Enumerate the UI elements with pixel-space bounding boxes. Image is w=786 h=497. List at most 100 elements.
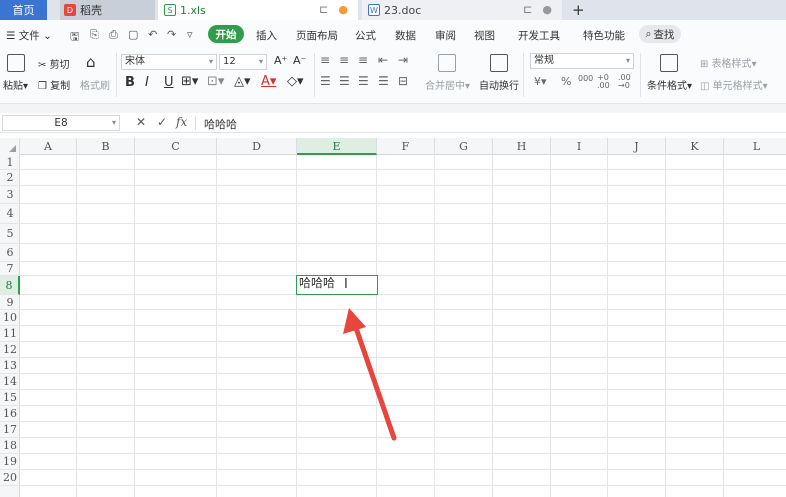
wrap-text-button[interactable]: 自动换行 <box>479 77 519 92</box>
column-header-g[interactable]: G <box>435 138 493 155</box>
chevron-down-icon[interactable]: ▾ <box>112 116 116 130</box>
tab-special-features[interactable]: 特色功能 <box>583 28 625 43</box>
undo-icon[interactable]: ↶ <box>148 28 157 41</box>
indent-increase-icon[interactable]: ⇥ <box>398 53 408 67</box>
column-header-d[interactable]: D <box>217 138 297 155</box>
align-top-icon[interactable]: ≡ <box>320 53 330 67</box>
tab-spreadsheet-1xls[interactable]: S 1.xls ⊏ ● <box>158 0 358 20</box>
copy-button[interactable]: ❐ 复制 <box>38 77 70 92</box>
distributed-icon[interactable]: ⊟ <box>398 74 408 88</box>
clear-format-icon[interactable]: ◇▾ <box>287 74 304 89</box>
tab-start[interactable]: 开始 <box>208 25 244 43</box>
table-style-button[interactable]: ⊞ 表格样式▾ <box>700 55 757 70</box>
row-header-2[interactable]: 2 <box>0 170 20 186</box>
column-header-l[interactable]: L <box>724 138 786 155</box>
align-left-icon[interactable]: ☰ <box>320 74 331 88</box>
paste-icon[interactable] <box>7 54 25 72</box>
justify-icon[interactable]: ☰ <box>378 74 389 88</box>
confirm-edit-icon[interactable]: ✓ <box>157 115 167 129</box>
active-cell-e8[interactable]: 哈哈哈 <box>296 275 378 295</box>
align-bottom-icon[interactable]: ≡ <box>358 53 368 67</box>
pin-window-icon[interactable]: ⊏ <box>319 3 328 16</box>
insert-function-button[interactable]: fx <box>176 115 187 129</box>
row-header-15[interactable]: 15 <box>0 390 20 406</box>
indent-decrease-icon[interactable]: ⇤ <box>378 53 388 67</box>
row-header-17[interactable]: 17 <box>0 422 20 438</box>
tab-review[interactable]: 审阅 <box>435 28 456 43</box>
format-painter-button[interactable]: 格式刷 <box>80 77 110 92</box>
column-header-h[interactable]: H <box>493 138 551 155</box>
row-header-10[interactable]: 10 <box>0 310 20 326</box>
print-preview-icon[interactable]: ▢ <box>128 28 138 41</box>
align-center-icon[interactable]: ☰ <box>339 74 350 88</box>
cell-style-button[interactable]: ◫ 单元格样式▾ <box>700 77 768 92</box>
row-header-8[interactable]: 8 <box>0 276 20 295</box>
row-header-11[interactable]: 11 <box>0 326 20 342</box>
font-grow-button[interactable]: A⁺ <box>274 54 287 67</box>
name-box[interactable]: E8 ▾ <box>2 115 120 131</box>
column-header-e[interactable]: E <box>297 138 377 155</box>
row-header-20[interactable]: 20 <box>0 470 20 486</box>
column-header-f[interactable]: F <box>377 138 435 155</box>
row-header-9[interactable]: 9 <box>0 295 20 310</box>
row-header-4[interactable]: 4 <box>0 204 20 224</box>
search-button[interactable]: ⌕ 查找 <box>639 25 681 43</box>
print-icon[interactable]: ⎙ <box>109 28 118 42</box>
tab-page-layout[interactable]: 页面布局 <box>296 28 338 43</box>
file-menu[interactable]: ☰ 文件 ⌄ <box>6 28 52 43</box>
save-icon[interactable]: 🖫 <box>70 28 79 47</box>
border-icon[interactable]: ⊞▾ <box>181 74 198 89</box>
row-header-19[interactable]: 19 <box>0 454 20 470</box>
column-header-c[interactable]: C <box>135 138 217 155</box>
column-header-k[interactable]: K <box>666 138 724 155</box>
wrap-text-icon[interactable] <box>490 54 508 72</box>
cell-area[interactable]: 哈哈哈 I <box>20 155 786 497</box>
merge-center-button[interactable]: 合并居中▾ <box>425 77 470 92</box>
decrease-decimal-button[interactable]: .00 →0 <box>618 74 632 90</box>
font-name-select[interactable]: 宋体 ▾ <box>121 54 217 70</box>
percent-button[interactable]: % <box>561 75 571 88</box>
italic-button[interactable]: I <box>145 75 149 90</box>
conditional-format-button[interactable]: 条件格式▾ <box>647 77 692 92</box>
row-header-14[interactable]: 14 <box>0 374 20 390</box>
underline-button[interactable]: U <box>164 75 174 90</box>
row-header-13[interactable]: 13 <box>0 358 20 374</box>
row-header-7[interactable]: 7 <box>0 262 20 276</box>
tab-formula[interactable]: 公式 <box>355 28 376 43</box>
row-header-5[interactable]: 5 <box>0 224 20 244</box>
tab-data[interactable]: 数据 <box>395 28 416 43</box>
fill-color-icon[interactable]: ◬▾ <box>234 74 251 89</box>
column-header-b[interactable]: B <box>77 138 135 155</box>
row-header-1[interactable]: 1 <box>0 155 20 170</box>
export-icon[interactable]: ⎘ <box>90 28 99 42</box>
merge-border-icon[interactable]: ⊡▾ <box>207 74 224 89</box>
tab-dev-tools[interactable]: 开发工具 <box>518 28 560 43</box>
row-header-3[interactable]: 3 <box>0 186 20 204</box>
cut-button[interactable]: ✂ 剪切 <box>38 56 70 71</box>
tab-view[interactable]: 视图 <box>474 28 495 43</box>
thousands-separator-button[interactable]: 000 <box>578 74 593 83</box>
paste-button[interactable]: 粘贴▾ <box>3 77 28 92</box>
font-color-icon[interactable]: A▾ <box>261 74 276 89</box>
number-format-select[interactable]: 常规 ▾ <box>530 53 634 69</box>
row-header-12[interactable]: 12 <box>0 342 20 358</box>
format-painter-icon[interactable]: ⌂ <box>86 53 96 71</box>
tab-home[interactable]: 首页 <box>0 0 47 20</box>
pin-window-icon[interactable]: ⊏ <box>523 3 532 16</box>
quick-access-more-icon[interactable]: ▿ <box>187 28 193 41</box>
bold-button[interactable]: B <box>125 75 135 90</box>
font-size-select[interactable]: 12 ▾ <box>219 54 267 70</box>
tab-insert[interactable]: 插入 <box>256 28 277 43</box>
column-header-j[interactable]: J <box>608 138 666 155</box>
merge-center-icon[interactable] <box>438 54 456 72</box>
increase-decimal-button[interactable]: +0 .00 <box>597 74 611 90</box>
align-middle-icon[interactable]: ≡ <box>339 53 349 67</box>
tab-document-23doc[interactable]: W 23.doc ⊏ ● <box>362 0 562 20</box>
cancel-edit-icon[interactable]: ✕ <box>136 115 146 129</box>
select-all-corner[interactable] <box>0 138 20 155</box>
align-right-icon[interactable]: ☰ <box>358 74 369 88</box>
tab-daoke[interactable]: D 稻壳 <box>60 0 155 20</box>
column-header-i[interactable]: I <box>551 138 608 155</box>
formula-input[interactable]: 哈哈哈 <box>204 116 237 132</box>
row-header-6[interactable]: 6 <box>0 244 20 262</box>
